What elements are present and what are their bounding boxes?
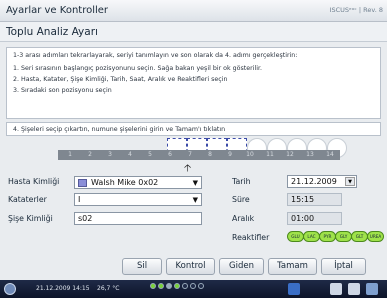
interval-label: Aralık bbox=[232, 214, 255, 223]
rack-number: 3 bbox=[108, 151, 112, 158]
reagents-label: Reaktifler bbox=[232, 233, 270, 242]
instructions-panel: 1-3 arası adımları tekrarlayarak, seriyi… bbox=[6, 47, 381, 119]
instruction-line: 1. Seri sırasının başlangıç pozisyonunu … bbox=[13, 65, 262, 72]
section-header: Toplu Analiz Ayarı bbox=[0, 22, 387, 42]
reagent-badge[interactable]: LAC bbox=[303, 231, 320, 242]
date-picker[interactable]: 21.12.2009 ▼ bbox=[287, 175, 357, 188]
rack-number: 14 bbox=[326, 151, 334, 158]
patient-color-swatch bbox=[78, 179, 87, 187]
taskbar-temperature: 26,7 °C bbox=[97, 285, 120, 292]
instruction-line: 4. Şişeleri seçip çıkartın, numune şişel… bbox=[13, 126, 226, 133]
instruction-line: 1-3 arası adımları tekrarlayarak, seriyi… bbox=[13, 52, 298, 59]
home-icon[interactable] bbox=[4, 283, 16, 295]
catheter-select[interactable]: I ▼ bbox=[74, 193, 202, 206]
reagent-badge[interactable]: PYR bbox=[319, 231, 336, 242]
patient-label: Hasta Kimliği bbox=[8, 177, 60, 186]
rack-number: 6 bbox=[168, 151, 172, 158]
duration-label: Süre bbox=[232, 195, 250, 204]
status-dot-icon bbox=[158, 283, 164, 289]
reagent-badge[interactable]: UREA bbox=[367, 231, 384, 242]
interval-value: 01:00 bbox=[291, 214, 315, 223]
calendar-dropdown-icon[interactable]: ▼ bbox=[345, 177, 355, 186]
instruction-step4: 4. Şişeleri seçip çıkartın, numune şişel… bbox=[6, 122, 381, 136]
monitor-icon[interactable] bbox=[288, 283, 300, 295]
rack-number: 4 bbox=[128, 151, 132, 158]
instruction-line: 3. Sıradaki son pozisyonu seçin bbox=[13, 87, 112, 94]
reagent-badge[interactable]: GLU bbox=[287, 231, 304, 242]
gear-icon[interactable] bbox=[348, 283, 360, 295]
settings-window: Ayarlar ve Kontroller ISCUSᵉᵒᶜ | Rev. 8 … bbox=[0, 0, 387, 298]
taskbar: 21.12.2009 14:15 26,7 °C bbox=[0, 280, 387, 298]
rack-number: 1 bbox=[68, 151, 72, 158]
rack-number: 7 bbox=[188, 151, 192, 158]
help-icon[interactable] bbox=[366, 283, 378, 295]
status-dot-icon bbox=[190, 283, 196, 289]
date-value: 21.12.2009 bbox=[291, 177, 337, 186]
chevron-down-icon: ▼ bbox=[192, 179, 198, 187]
taskbar-datetime: 21.12.2009 14:15 bbox=[36, 285, 90, 292]
ok-button[interactable]: Tamam bbox=[268, 258, 317, 275]
patient-value: Walsh Mike 0x02 bbox=[91, 178, 159, 187]
vial-id-value: s02 bbox=[78, 214, 93, 223]
vial-id-label: Şişe Kimliği bbox=[8, 214, 53, 223]
rack-number: 11 bbox=[266, 151, 274, 158]
duration-value: 15:15 bbox=[291, 195, 315, 204]
reagent-badge[interactable]: GLY bbox=[335, 231, 352, 242]
rack-number: 13 bbox=[306, 151, 314, 158]
duration-field[interactable]: 15:15 bbox=[287, 193, 342, 206]
title-bar: Ayarlar ve Kontroller ISCUSᵉᵒᶜ | Rev. 8 bbox=[0, 0, 387, 22]
status-dot-icon bbox=[198, 283, 204, 289]
status-dot-icon bbox=[182, 283, 188, 289]
cancel-button[interactable]: İptal bbox=[321, 258, 366, 275]
catheter-label: Kataterler bbox=[8, 195, 47, 204]
brand-label: ISCUSᵉᵒᶜ | Rev. 8 bbox=[329, 6, 383, 14]
settings-icon[interactable] bbox=[330, 283, 342, 295]
interval-field[interactable]: 01:00 bbox=[287, 212, 342, 225]
control-button[interactable]: Kontrol bbox=[166, 258, 215, 275]
vial-id-input[interactable]: s02 bbox=[74, 212, 202, 225]
instruction-line: 2. Hasta, Katater, Şişe Kimliği, Tarih, … bbox=[13, 76, 228, 83]
rack-number: 10 bbox=[246, 151, 254, 158]
section-title: Toplu Analiz Ayarı bbox=[6, 26, 98, 38]
rack-number: 8 bbox=[208, 151, 212, 158]
rack-number: 2 bbox=[88, 151, 92, 158]
status-dot-icon bbox=[166, 283, 172, 289]
reagent-badge[interactable]: GLT bbox=[351, 231, 368, 242]
rack-number: 9 bbox=[228, 151, 232, 158]
patient-select[interactable]: Walsh Mike 0x02 ▼ bbox=[74, 176, 202, 189]
chevron-down-icon: ▼ bbox=[192, 196, 198, 204]
window-title: Ayarlar ve Kontroller bbox=[6, 5, 109, 16]
delete-button[interactable]: Sil bbox=[122, 258, 162, 275]
rack-number: 5 bbox=[148, 151, 152, 158]
outgoing-button[interactable]: Giden bbox=[219, 258, 264, 275]
status-dot-icon bbox=[150, 283, 156, 289]
date-label: Tarih bbox=[232, 177, 251, 186]
catheter-value: I bbox=[78, 195, 81, 204]
status-dot-icon bbox=[174, 283, 180, 289]
rack-number: 12 bbox=[286, 151, 294, 158]
rack-number-bar: 1 2 3 4 5 6 7 8 9 10 11 12 13 14 bbox=[58, 150, 340, 160]
